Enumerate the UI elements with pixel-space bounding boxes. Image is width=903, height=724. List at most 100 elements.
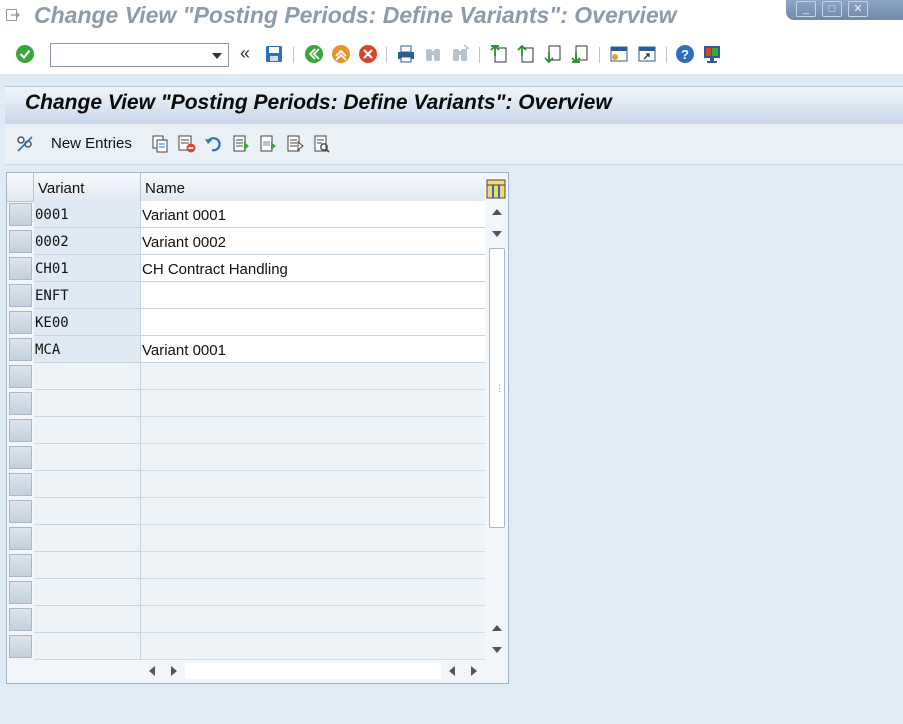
cell-name[interactable] bbox=[141, 390, 485, 417]
cell-variant[interactable]: CH01 bbox=[34, 255, 141, 282]
exit-icon[interactable] bbox=[331, 44, 351, 64]
cell-name[interactable]: Variant 0001 bbox=[141, 336, 485, 363]
row-selector[interactable] bbox=[9, 284, 32, 307]
cell-name[interactable] bbox=[141, 282, 485, 309]
find-icon[interactable] bbox=[423, 44, 443, 64]
scroll-left-icon[interactable] bbox=[149, 666, 155, 676]
cell-variant[interactable]: 0001 bbox=[34, 201, 141, 228]
table-row[interactable] bbox=[7, 417, 485, 444]
cell-name[interactable] bbox=[141, 525, 485, 552]
table-row[interactable] bbox=[7, 552, 485, 579]
cell-variant[interactable] bbox=[34, 471, 141, 498]
collapse-command-icon[interactable]: « bbox=[240, 43, 250, 64]
scroll-thumb[interactable]: ⋮⋮ bbox=[489, 248, 513, 528]
scroll-right-end-icon[interactable] bbox=[471, 666, 477, 676]
table-row[interactable] bbox=[7, 471, 485, 498]
table-row[interactable]: 0001 Variant 0001 bbox=[7, 201, 485, 228]
cell-name[interactable] bbox=[141, 633, 485, 660]
cell-variant[interactable] bbox=[34, 390, 141, 417]
cell-name[interactable] bbox=[141, 552, 485, 579]
cell-name[interactable] bbox=[141, 606, 485, 633]
cell-variant[interactable] bbox=[34, 363, 141, 390]
table-row[interactable] bbox=[7, 498, 485, 525]
table-row[interactable]: 0002 Variant 0002 bbox=[7, 228, 485, 255]
scroll-left-end-icon[interactable] bbox=[449, 666, 455, 676]
cell-name[interactable] bbox=[141, 471, 485, 498]
cell-variant[interactable] bbox=[34, 633, 141, 660]
row-selector[interactable] bbox=[9, 419, 32, 442]
table-row[interactable] bbox=[7, 444, 485, 471]
shortcut-icon[interactable] bbox=[637, 44, 657, 64]
cell-variant[interactable] bbox=[34, 444, 141, 471]
vertical-scrollbar[interactable]: ⋮⋮ bbox=[487, 201, 513, 659]
scroll-page-up-icon[interactable] bbox=[487, 619, 507, 637]
table-row[interactable] bbox=[7, 390, 485, 417]
row-selector[interactable] bbox=[9, 365, 32, 388]
row-selector[interactable] bbox=[9, 527, 32, 550]
row-selector[interactable] bbox=[9, 608, 32, 631]
table-row[interactable] bbox=[7, 579, 485, 606]
row-selector[interactable] bbox=[9, 338, 32, 361]
table-settings-icon[interactable] bbox=[486, 179, 506, 199]
row-selector[interactable] bbox=[9, 203, 32, 226]
enter-check-icon[interactable] bbox=[15, 44, 35, 64]
table-row[interactable]: MCA Variant 0001 bbox=[7, 336, 485, 363]
deselect-all-icon[interactable] bbox=[285, 134, 305, 154]
table-row[interactable] bbox=[7, 633, 485, 660]
first-page-icon[interactable] bbox=[489, 44, 509, 64]
previous-page-icon[interactable] bbox=[516, 44, 536, 64]
back-icon[interactable] bbox=[304, 44, 324, 64]
column-header-name[interactable]: Name bbox=[141, 173, 485, 201]
create-session-icon[interactable] bbox=[609, 44, 629, 64]
cell-variant[interactable] bbox=[34, 498, 141, 525]
cell-variant[interactable] bbox=[34, 606, 141, 633]
cell-variant[interactable] bbox=[34, 525, 141, 552]
row-selector[interactable] bbox=[9, 554, 32, 577]
scroll-down-icon[interactable] bbox=[487, 641, 507, 659]
column-header-variant[interactable]: Variant bbox=[34, 173, 141, 201]
command-field[interactable] bbox=[50, 43, 229, 67]
cell-name[interactable]: Variant 0002 bbox=[141, 228, 485, 255]
cancel-icon[interactable] bbox=[358, 44, 378, 64]
cell-name[interactable] bbox=[141, 498, 485, 525]
undo-change-icon[interactable] bbox=[204, 134, 224, 154]
customize-layout-icon[interactable] bbox=[702, 44, 722, 64]
row-selector[interactable] bbox=[9, 230, 32, 253]
cell-variant[interactable] bbox=[34, 552, 141, 579]
cell-name[interactable] bbox=[141, 363, 485, 390]
row-selector[interactable] bbox=[9, 635, 32, 658]
cell-name[interactable]: Variant 0001 bbox=[141, 201, 485, 228]
print-icon[interactable] bbox=[396, 44, 416, 64]
row-selector[interactable] bbox=[9, 392, 32, 415]
row-selector[interactable] bbox=[9, 311, 32, 334]
cell-name[interactable] bbox=[141, 579, 485, 606]
scroll-right-icon[interactable] bbox=[171, 666, 177, 676]
help-icon[interactable]: ? bbox=[675, 44, 695, 64]
cell-name[interactable] bbox=[141, 417, 485, 444]
table-row[interactable] bbox=[7, 363, 485, 390]
close-icon[interactable]: ✕ bbox=[848, 1, 868, 17]
select-all-rows[interactable] bbox=[7, 173, 34, 201]
next-page-icon[interactable] bbox=[543, 44, 563, 64]
new-entries-button[interactable]: New Entries bbox=[51, 135, 132, 152]
table-row[interactable]: ENFT bbox=[7, 282, 485, 309]
scroll-up-icon[interactable] bbox=[487, 203, 507, 221]
cell-variant[interactable] bbox=[34, 579, 141, 606]
table-row[interactable] bbox=[7, 606, 485, 633]
table-row[interactable]: CH01 CH Contract Handling bbox=[7, 255, 485, 282]
horizontal-scrollbar[interactable] bbox=[141, 661, 487, 681]
row-selector[interactable] bbox=[9, 473, 32, 496]
find-next-icon[interactable] bbox=[450, 44, 470, 64]
minimize-icon[interactable]: _ bbox=[796, 1, 816, 17]
hscroll-track[interactable] bbox=[185, 663, 441, 679]
last-page-icon[interactable] bbox=[570, 44, 590, 64]
table-row[interactable]: KE00 bbox=[7, 309, 485, 336]
delete-icon[interactable] bbox=[177, 134, 197, 154]
cell-variant[interactable]: 0002 bbox=[34, 228, 141, 255]
select-all-icon[interactable] bbox=[231, 134, 251, 154]
table-row[interactable] bbox=[7, 525, 485, 552]
select-block-icon[interactable] bbox=[258, 134, 278, 154]
maximize-icon[interactable]: □ bbox=[822, 1, 842, 17]
row-selector[interactable] bbox=[9, 446, 32, 469]
cell-variant[interactable]: KE00 bbox=[34, 309, 141, 336]
